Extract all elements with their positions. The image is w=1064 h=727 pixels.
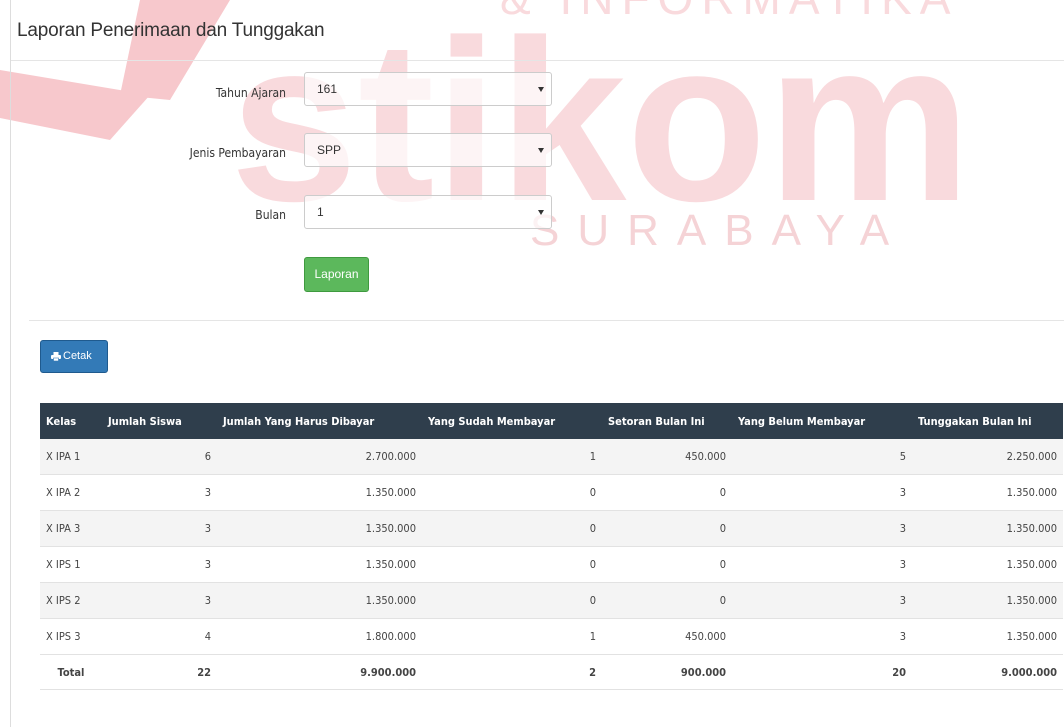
cell-harus-dibayar: 1.350.000 — [217, 510, 422, 547]
chevron-down-icon — [538, 210, 544, 215]
cell-harus-dibayar: 1.350.000 — [217, 582, 422, 619]
cell-kelas: X IPA 2 — [40, 474, 102, 511]
cell-kelas: X IPA 3 — [40, 510, 102, 547]
cell-sudah-membayar: 0 — [422, 510, 602, 547]
cell-tunggakan: 1.350.000 — [912, 582, 1063, 619]
jenis-pembayaran-value: SPP — [317, 143, 342, 157]
tahun-ajaran-label: Tahun Ajaran — [215, 86, 286, 100]
cell-belum-membayar: 3 — [732, 582, 912, 619]
title-divider — [11, 60, 1064, 61]
cell-sudah-membayar: 1 — [422, 618, 602, 655]
jenis-pembayaran-select[interactable]: SPP — [304, 133, 552, 167]
chevron-down-icon — [538, 87, 544, 92]
cell-kelas: X IPS 3 — [40, 618, 102, 655]
cell-belum-membayar: 3 — [732, 546, 912, 583]
col-sudah-membayar: Yang Sudah Membayar — [422, 403, 602, 439]
report-table: Kelas Jumlah Siswa Jumlah Yang Harus Dib… — [40, 403, 1063, 690]
col-kelas: Kelas — [40, 403, 102, 439]
cell-tunggakan: 1.350.000 — [912, 474, 1063, 511]
bulan-label: Bulan — [255, 208, 286, 222]
cell-setoran: 450.000 — [602, 618, 732, 655]
col-jumlah-harus-dibayar: Jumlah Yang Harus Dibayar — [217, 403, 422, 439]
total-jumlah-siswa: 22 — [102, 654, 217, 690]
report-panel: Laporan Penerimaan dan Tunggakan Tahun A… — [10, 0, 1064, 727]
cetak-label: Cetak — [63, 350, 92, 362]
cell-kelas: X IPS 1 — [40, 546, 102, 583]
col-setoran-bulan-ini: Setoran Bulan Ini — [602, 403, 732, 439]
cell-setoran: 0 — [602, 546, 732, 583]
bulan-select[interactable]: 1 — [304, 195, 552, 229]
col-jumlah-siswa: Jumlah Siswa — [102, 403, 217, 439]
cell-sudah-membayar: 0 — [422, 546, 602, 583]
cell-belum-membayar: 3 — [732, 474, 912, 511]
total-label: Total — [40, 654, 102, 690]
col-belum-membayar: Yang Belum Membayar — [732, 403, 912, 439]
cell-tunggakan: 1.350.000 — [912, 618, 1063, 655]
cetak-button[interactable]: Cetak — [40, 340, 108, 373]
cell-setoran: 0 — [602, 510, 732, 547]
cell-jumlah-siswa: 6 — [102, 439, 217, 475]
cell-tunggakan: 1.350.000 — [912, 510, 1063, 547]
total-row: Total 22 9.900.000 2 900.000 20 9.000.00… — [40, 654, 1063, 690]
cell-setoran: 0 — [602, 474, 732, 511]
total-setoran: 900.000 — [602, 654, 732, 690]
cell-jumlah-siswa: 4 — [102, 618, 217, 655]
cell-setoran: 450.000 — [602, 439, 732, 475]
cell-belum-membayar: 3 — [732, 618, 912, 655]
cell-setoran: 0 — [602, 582, 732, 619]
total-harus-dibayar: 9.900.000 — [217, 654, 422, 690]
col-tunggakan-bulan-ini: Tunggakan Bulan Ini — [912, 403, 1063, 439]
chevron-down-icon — [538, 148, 544, 153]
total-tunggakan: 9.000.000 — [912, 654, 1063, 690]
section-divider — [29, 320, 1064, 321]
table-row: X IPA 3 3 1.350.000 0 0 3 1.350.000 — [40, 510, 1063, 547]
cell-kelas: X IPS 2 — [40, 582, 102, 619]
table-row: X IPS 1 3 1.350.000 0 0 3 1.350.000 — [40, 546, 1063, 583]
cell-jumlah-siswa: 3 — [102, 546, 217, 583]
cell-belum-membayar: 3 — [732, 510, 912, 547]
tahun-ajaran-value: 161 — [317, 82, 338, 96]
cell-harus-dibayar: 1.800.000 — [217, 618, 422, 655]
cell-harus-dibayar: 1.350.000 — [217, 474, 422, 511]
cell-kelas: X IPA 1 — [40, 439, 102, 475]
printer-icon — [51, 352, 61, 361]
cell-sudah-membayar: 0 — [422, 582, 602, 619]
table-header-row: Kelas Jumlah Siswa Jumlah Yang Harus Dib… — [40, 403, 1063, 439]
cell-harus-dibayar: 1.350.000 — [217, 546, 422, 583]
table-row: X IPA 1 6 2.700.000 1 450.000 5 2.250.00… — [40, 439, 1063, 475]
cell-tunggakan: 1.350.000 — [912, 546, 1063, 583]
cell-tunggakan: 2.250.000 — [912, 439, 1063, 475]
bulan-value: 1 — [317, 205, 324, 219]
cell-jumlah-siswa: 3 — [102, 510, 217, 547]
cell-jumlah-siswa: 3 — [102, 474, 217, 511]
laporan-button[interactable]: Laporan — [304, 257, 369, 292]
jenis-pembayaran-label: Jenis Pembayaran — [189, 146, 286, 160]
total-sudah-membayar: 2 — [422, 654, 602, 690]
cell-harus-dibayar: 2.700.000 — [217, 439, 422, 475]
cell-jumlah-siswa: 3 — [102, 582, 217, 619]
cell-belum-membayar: 5 — [732, 439, 912, 475]
cell-sudah-membayar: 1 — [422, 439, 602, 475]
table-row: X IPA 2 3 1.350.000 0 0 3 1.350.000 — [40, 474, 1063, 511]
table-row: X IPS 3 4 1.800.000 1 450.000 3 1.350.00… — [40, 618, 1063, 655]
table-row: X IPS 2 3 1.350.000 0 0 3 1.350.000 — [40, 582, 1063, 619]
page-title: Laporan Penerimaan dan Tunggakan — [17, 20, 325, 41]
cell-sudah-membayar: 0 — [422, 474, 602, 511]
total-belum-membayar: 20 — [732, 654, 912, 690]
tahun-ajaran-select[interactable]: 161 — [304, 72, 552, 106]
